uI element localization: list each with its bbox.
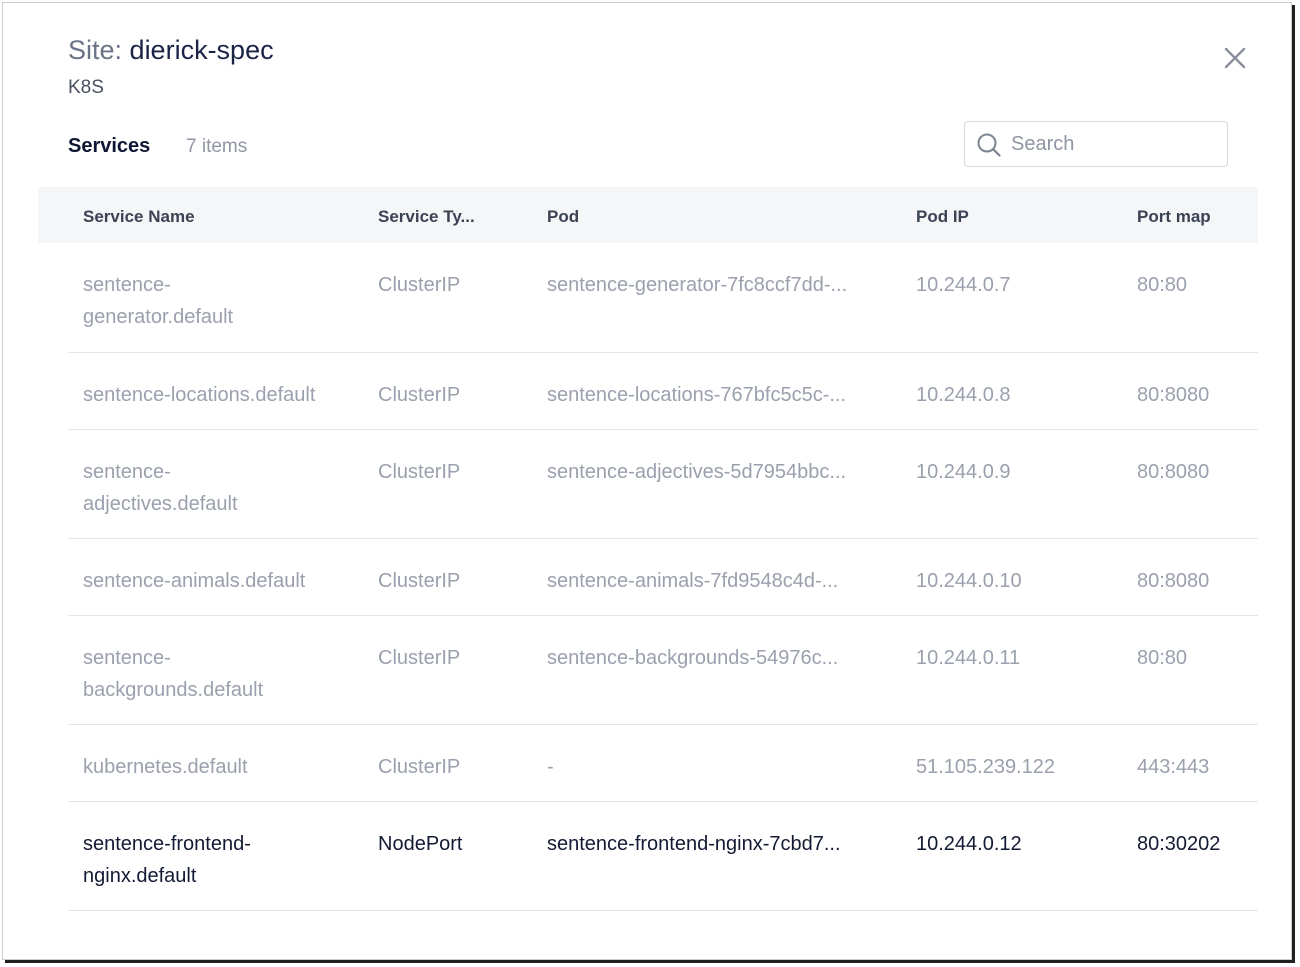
port-map-cell: 80:8080 — [1137, 570, 1210, 592]
column-header-service-name[interactable]: Service Name — [83, 207, 195, 227]
pod-ip-cell: 10.244.0.8 — [916, 384, 1011, 406]
pod-ip-cell: 10.244.0.12 — [916, 833, 1022, 855]
port-map-cell: 443:443 — [1137, 756, 1210, 778]
service-name-cell: sentence-frontend- nginx.default — [83, 833, 251, 887]
section-title: Services — [68, 135, 151, 157]
port-map-cell: 80:30202 — [1137, 833, 1221, 855]
service-type-cell: ClusterIP — [378, 274, 461, 296]
column-header-pod[interactable]: Pod — [547, 207, 579, 227]
column-header-pod-ip[interactable]: Pod IP — [916, 207, 969, 227]
pod-cell: - — [547, 756, 554, 778]
service-name-cell: sentence-animals.default — [83, 570, 306, 592]
search-icon — [977, 133, 1001, 157]
pod-cell: sentence-backgrounds-54976c... — [547, 647, 839, 669]
pod-ip-cell: 10.244.0.9 — [916, 461, 1011, 483]
pod-ip-cell: 10.244.0.7 — [916, 274, 1011, 296]
pod-cell: sentence-locations-767bfc5c5c-... — [547, 384, 847, 406]
pod-cell: sentence-frontend-nginx-7cbd7... — [547, 833, 841, 855]
pod-ip-cell: 10.244.0.11 — [916, 647, 1021, 669]
site-type-label: K8S — [68, 77, 104, 98]
pod-cell: sentence-adjectives-5d7954bbc... — [547, 461, 847, 483]
service-type-cell: ClusterIP — [378, 461, 461, 483]
port-map-cell: 80:8080 — [1137, 461, 1210, 483]
pod-ip-cell: 51.105.239.122 — [916, 756, 1056, 778]
table-row[interactable]: sentence-locations.default ClusterIP sen… — [68, 353, 1258, 430]
port-map-cell: 80:8080 — [1137, 384, 1210, 406]
table-row[interactable]: sentence-frontend- nginx.default NodePor… — [68, 802, 1258, 911]
search-box[interactable] — [964, 121, 1228, 167]
port-map-cell: 80:80 — [1137, 274, 1188, 296]
table-header: Service Name Service Ty... Pod Pod IP Po… — [38, 187, 1258, 243]
search-input[interactable] — [1011, 130, 1211, 158]
service-name-cell: sentence- backgrounds.default — [83, 647, 264, 701]
close-icon — [1224, 47, 1246, 69]
service-type-cell: ClusterIP — [378, 647, 461, 669]
table-row[interactable]: sentence- backgrounds.default ClusterIP … — [68, 616, 1258, 725]
service-name-cell: sentence- adjectives.default — [83, 461, 238, 515]
column-header-port-map[interactable]: Port map — [1137, 207, 1211, 227]
pod-cell: sentence-generator-7fc8ccf7dd-... — [547, 274, 848, 296]
title-prefix: Site: — [68, 35, 123, 65]
service-type-cell: ClusterIP — [378, 756, 461, 778]
service-name-cell: sentence-locations.default — [83, 384, 316, 406]
table-row[interactable]: sentence- generator.default ClusterIP se… — [68, 243, 1258, 353]
service-type-cell: NodePort — [378, 833, 463, 855]
page-title: Site: dierick-spec — [68, 35, 274, 66]
service-type-cell: ClusterIP — [378, 384, 461, 406]
service-type-cell: ClusterIP — [378, 570, 461, 592]
close-button[interactable] — [1221, 44, 1249, 72]
service-name-cell: sentence- generator.default — [83, 274, 234, 328]
table-row[interactable]: sentence-animals.default ClusterIP sente… — [68, 539, 1258, 616]
pod-cell: sentence-animals-7fd9548c4d-... — [547, 570, 839, 592]
column-header-service-type[interactable]: Service Ty... — [378, 207, 475, 227]
table-row[interactable]: kubernetes.default ClusterIP - 51.105.23… — [68, 725, 1258, 802]
services-dialog: Site: dierick-spec K8S Services 7 items … — [2, 2, 1292, 960]
port-map-cell: 80:80 — [1137, 647, 1188, 669]
table-row[interactable]: sentence- adjectives.default ClusterIP s… — [68, 430, 1258, 539]
service-name-cell: kubernetes.default — [83, 756, 248, 778]
pod-ip-cell: 10.244.0.10 — [916, 570, 1022, 592]
site-name: dierick-spec — [129, 35, 274, 65]
item-count: 7 items — [186, 136, 248, 157]
